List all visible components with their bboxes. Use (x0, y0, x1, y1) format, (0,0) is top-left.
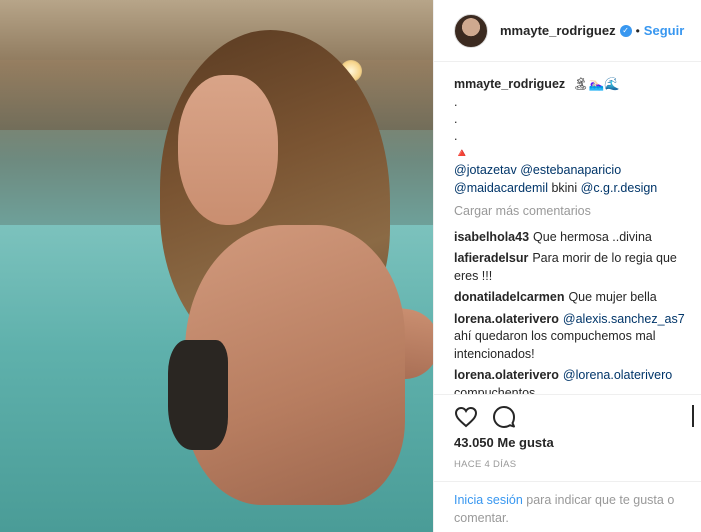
comment-text: Que hermosa ..divina (533, 229, 652, 244)
likes-count[interactable]: 43.050 Me gusta (454, 435, 554, 450)
comment-item: lafieradelsur Para morir de lo regia que … (454, 250, 694, 285)
header-username[interactable]: mmayte_rodriguez (500, 23, 616, 38)
comment-username[interactable]: isabelhola43 (454, 230, 529, 244)
header-separator: • (635, 23, 640, 38)
post-caption: mmayte_rodriguez 🏝🏊🏻‍♀️🌊 . . . 🔺 @jotaze… (454, 76, 694, 197)
comment-mention[interactable]: @alexis.sanchez_as7 (563, 312, 685, 326)
caption-dot: . (454, 94, 458, 109)
verified-badge-icon: ✓ (619, 24, 632, 37)
comment-icon[interactable] (492, 405, 516, 429)
comment-item: lorena.olaterivero @alexis.sanchez_as7 ah… (454, 311, 694, 364)
post-timestamp[interactable]: HACE 4 DÍAS (454, 459, 516, 470)
comment-username[interactable]: lafieradelsur (454, 251, 528, 265)
caption-text: 🏝🏊🏻‍♀️🌊 (569, 77, 620, 91)
comment-username[interactable]: lorena.olaterivero (454, 312, 559, 326)
caption-dot: . (454, 128, 458, 143)
comment-text: compuchentos (454, 385, 536, 395)
comment-mention[interactable]: @lorena.olaterivero (563, 368, 672, 382)
login-link[interactable]: Inicia sesión (454, 493, 523, 507)
heart-icon[interactable] (454, 405, 478, 429)
caption-symbol: 🔺 (454, 145, 470, 160)
avatar[interactable] (454, 13, 488, 48)
caption-dot: . (454, 111, 458, 126)
follow-button[interactable]: Seguir (644, 23, 684, 38)
post-side-panel: mmayte_rodriguez ✓ • Seguir mmayte_rodri… (433, 0, 701, 532)
post-header: mmayte_rodriguez ✓ • Seguir (434, 0, 701, 62)
photo-subject-bikini (168, 340, 228, 450)
comment-text: ahí quedaron los compuchemos mal intenci… (454, 329, 656, 361)
comment-username[interactable]: donatiladelcarmen (454, 290, 564, 304)
caption-username[interactable]: mmayte_rodriguez (454, 77, 565, 91)
login-prompt: Inicia sesión para indicar que te gusta … (434, 481, 701, 532)
caption-mention[interactable]: @estebanaparicio (520, 163, 621, 177)
action-bar (454, 405, 516, 429)
post-photo[interactable] (0, 0, 433, 532)
comment-text: Que mujer bella (568, 290, 657, 304)
comment-item: isabelhola43 Que hermosa ..divina (454, 229, 694, 247)
comment-item: donatiladelcarmen Que mujer bella (454, 289, 694, 307)
caption-mention[interactable]: @maidacardemil (454, 181, 548, 195)
comment-item: lorena.olaterivero @lorena.olaterivero co… (454, 367, 694, 394)
caption-dots: . . . (454, 94, 694, 145)
load-more-comments-button[interactable]: Cargar más comentarios (454, 203, 694, 221)
caption-mention[interactable]: @jotazetav (454, 163, 517, 177)
photo-subject-face (178, 75, 278, 225)
comments-list[interactable]: mmayte_rodriguez 🏝🏊🏻‍♀️🌊 . . . 🔺 @jotaze… (454, 76, 694, 394)
comment-username[interactable]: lorena.olaterivero (454, 368, 559, 382)
caption-mention[interactable]: @c.g.r.design (581, 181, 658, 195)
post-footer: 43.050 Me gusta HACE 4 DÍAS Inicia sesió… (434, 394, 701, 532)
bookmark-icon[interactable] (692, 405, 694, 427)
caption-text-bkini: bkini (547, 180, 581, 195)
